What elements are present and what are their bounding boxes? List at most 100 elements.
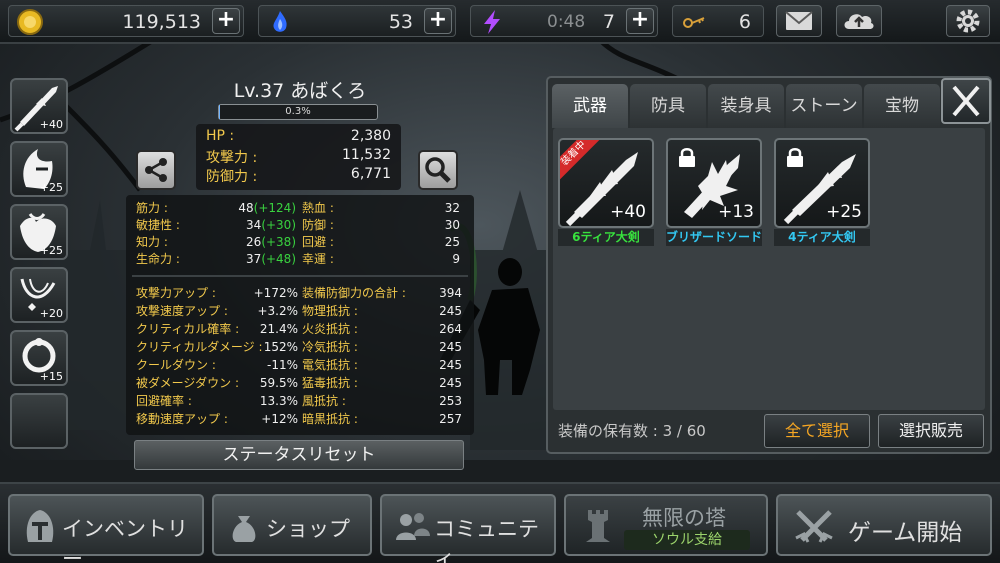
stat-number: -11%	[266, 358, 298, 372]
stat-row: 電気抵抗 : 245	[302, 357, 462, 374]
item-image: +25	[774, 138, 870, 228]
equipment-count: 装備の保有数 : 3 / 60	[558, 422, 706, 440]
blue-flame-icon	[273, 11, 287, 32]
stat-value: 253	[439, 393, 462, 410]
cloud-save-button[interactable]	[836, 5, 882, 37]
xp-bar: 0.3%	[218, 104, 378, 120]
hp-row: HP : 2,380	[206, 128, 391, 146]
item-image: +13	[666, 138, 762, 228]
stat-value: 30	[445, 217, 460, 234]
stat-value: 152%	[264, 339, 298, 356]
equip-slot-helmet[interactable]: +25	[10, 141, 68, 197]
tab-weapons[interactable]: 武器	[552, 84, 628, 128]
lock-icon	[787, 148, 803, 167]
stat-reset-button[interactable]: ステータスリセット	[134, 440, 464, 470]
stat-value: -11%	[267, 357, 298, 374]
equip-slot-ring[interactable]: +15	[10, 330, 68, 386]
xp-fill	[219, 105, 220, 119]
stat-label: 被ダメージダウン :	[136, 376, 240, 390]
sell-selected-button[interactable]: 選択販売	[878, 414, 984, 448]
helmet-level: +25	[39, 181, 63, 194]
stat-number: 30	[444, 218, 460, 232]
inventory-item[interactable]: +25 4ティア大剣	[774, 138, 870, 246]
equip-slot-sword[interactable]: +40	[10, 78, 68, 134]
hp-value: 2,380	[350, 128, 391, 144]
item-image: 装着中 +40	[558, 138, 654, 228]
defense-label: 防御力 :	[206, 169, 258, 185]
tab-stones[interactable]: ストーン	[786, 84, 862, 128]
attack-row: 攻撃力 : 11,532	[206, 147, 391, 166]
tab-armor[interactable]: 防具	[630, 84, 706, 128]
inventory-label: インベントリー	[62, 517, 188, 563]
buy-soul-button[interactable]: +	[424, 8, 452, 34]
inventory-item[interactable]: 装着中 +40 6ティア大剣	[558, 138, 654, 246]
stat-row: 回避 : 25	[302, 234, 460, 251]
buy-gold-button[interactable]: +	[212, 8, 240, 34]
stat-row: 猛毒抵抗 : 245	[302, 375, 462, 392]
attack-label: 攻撃力 :	[206, 150, 258, 166]
share-button[interactable]	[136, 150, 176, 190]
equip-slot-armor[interactable]: +25	[10, 204, 68, 260]
stat-number: 152%	[263, 340, 298, 354]
necklace-level: +20	[39, 307, 63, 320]
stat-number: 394	[439, 286, 462, 300]
attack-value: 11,532	[342, 147, 391, 163]
inventory-item[interactable]: +13 ブリザードソード	[666, 138, 762, 246]
gold-value: 119,513	[122, 11, 201, 33]
lock-icon	[679, 148, 695, 167]
key-value: 6	[738, 11, 751, 33]
stat-label: 電気抵抗 :	[302, 358, 358, 372]
stat-value: 257	[439, 411, 462, 428]
armor-level: +25	[39, 244, 63, 257]
mail-button[interactable]	[776, 5, 822, 37]
defense-value: 6,771	[350, 166, 391, 182]
infinite-tower-button[interactable]: 無限の塔 ソウル支給	[564, 494, 768, 556]
stat-label: 移動速度アップ :	[136, 412, 228, 426]
community-button[interactable]: コミュニティ	[380, 494, 556, 563]
stat-row: クリティカルダメージ :152%	[136, 339, 298, 356]
stat-bonus: (+48)	[261, 252, 296, 266]
stat-value: +12%	[261, 411, 298, 428]
stat-row: 攻撃速度アップ : +3.2%	[136, 303, 298, 320]
stat-label: 防御 :	[302, 218, 334, 232]
tab-accessories[interactable]: 装身具	[708, 84, 784, 128]
tab-treasure[interactable]: 宝物	[864, 84, 940, 128]
soul-value: 53	[388, 11, 413, 33]
stat-label: 知力 :	[136, 235, 168, 249]
stat-row: 防御 : 30	[302, 217, 460, 234]
game-start-button[interactable]: ゲーム開始	[776, 494, 992, 556]
shop-button[interactable]: ショップ	[212, 494, 372, 556]
stat-number: +172%	[253, 286, 298, 300]
buy-energy-button[interactable]: +	[626, 8, 654, 34]
xp-text: 0.3%	[285, 106, 311, 117]
stat-value: 394	[439, 285, 462, 302]
stat-divider	[132, 275, 468, 277]
stat-row: 攻撃力アップ : +172%	[136, 285, 298, 302]
stat-value: 25	[445, 234, 460, 251]
defense-row: 防御力 : 6,771	[206, 166, 391, 185]
stat-value: 245	[439, 339, 462, 356]
stat-label: 猛毒抵抗 :	[302, 376, 358, 390]
inventory-button[interactable]: インベントリー	[8, 494, 204, 563]
stat-label: 幸運 :	[302, 252, 334, 266]
lightning-icon	[484, 10, 500, 34]
stat-bonus: (+38)	[261, 235, 296, 249]
stat-label: 攻撃力アップ :	[136, 286, 216, 300]
stat-row: 知力 : 26(+38)	[136, 234, 296, 251]
energy-timer: 0:48	[547, 12, 586, 32]
stat-row: 回避確率 : 13.3%	[136, 393, 298, 410]
stat-value: 26(+38)	[246, 234, 296, 251]
equip-slot-empty[interactable]	[10, 393, 68, 449]
stat-value: 245	[439, 357, 462, 374]
item-level: +13	[718, 202, 754, 222]
inspect-button[interactable]	[418, 150, 458, 190]
stat-label: 回避確率 :	[136, 394, 192, 408]
select-all-button[interactable]: 全て選択	[764, 414, 870, 448]
equip-slot-necklace[interactable]: +20	[10, 267, 68, 323]
settings-button[interactable]	[946, 5, 990, 37]
close-button[interactable]	[941, 78, 991, 124]
stat-label: 筋力 :	[136, 201, 168, 215]
tower-reward-badge: ソウル支給	[624, 530, 750, 550]
stat-row: 被ダメージダウン : 59.5%	[136, 375, 298, 392]
envelope-icon	[785, 11, 813, 30]
